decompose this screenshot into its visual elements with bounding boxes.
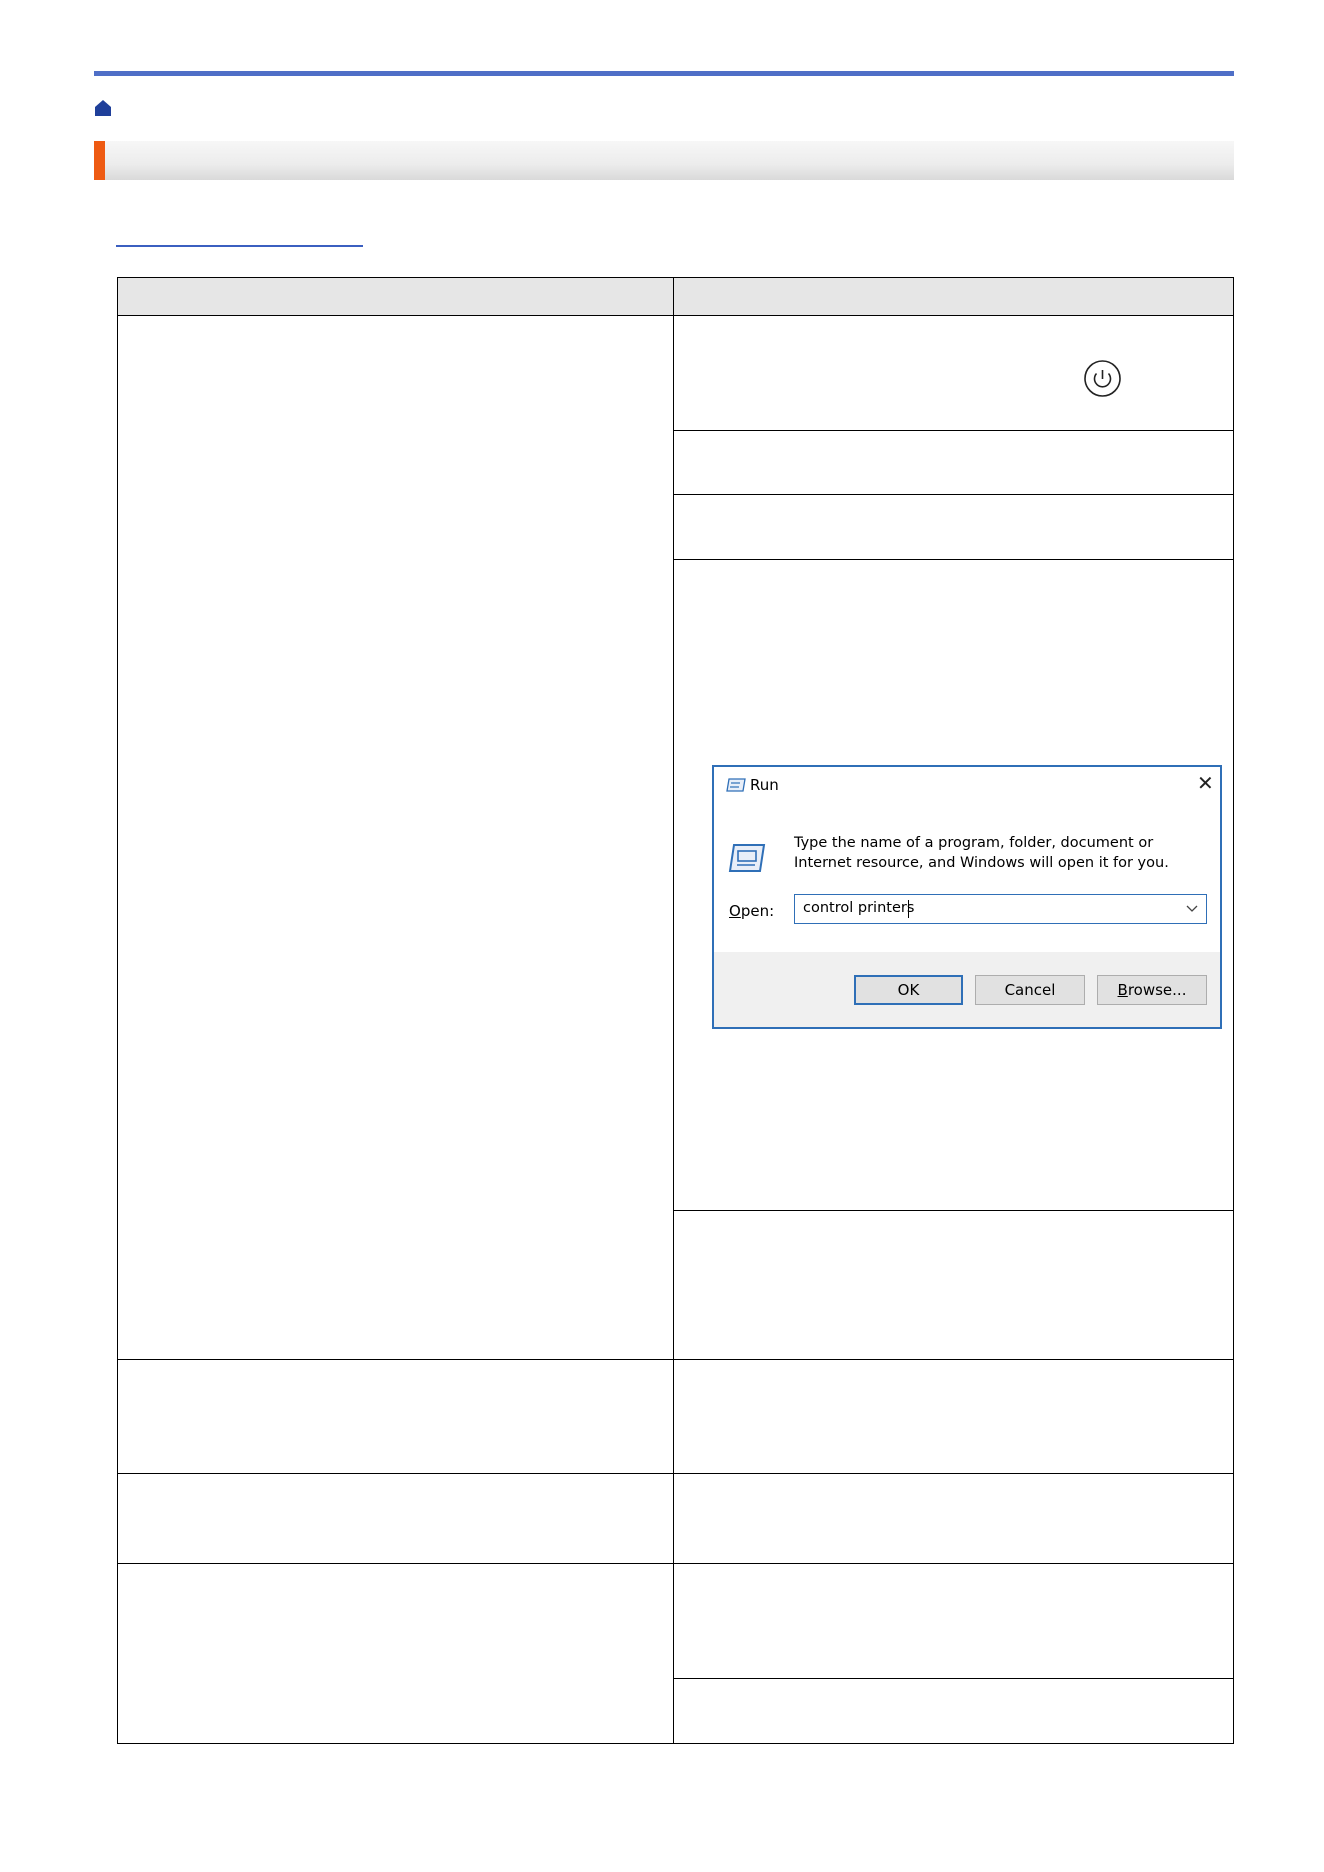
text-caret [908, 900, 909, 918]
table-border-left [117, 277, 118, 1744]
table-border-right [1233, 277, 1234, 1744]
table-header-row [117, 277, 1234, 316]
table-border-top [117, 277, 1234, 278]
run-open-label-text: pen: [740, 902, 775, 920]
home-icon[interactable] [94, 99, 112, 117]
cancel-button[interactable]: Cancel [975, 975, 1085, 1005]
close-icon[interactable]: ✕ [1197, 773, 1214, 793]
table-row-divider [117, 1563, 1234, 1564]
run-icon [728, 844, 766, 872]
run-dialog-title: Run [750, 776, 779, 794]
run-open-label: Open: [729, 902, 774, 920]
browse-button[interactable]: Browse... [1097, 975, 1207, 1005]
ok-button[interactable]: OK [854, 975, 963, 1005]
browse-button-label: rowse... [1127, 981, 1187, 999]
run-open-label-mnemonic: O [729, 902, 741, 920]
table-subrow-divider [673, 1678, 1234, 1679]
table-row-divider [117, 1359, 1234, 1360]
table-border-bottom [117, 1743, 1234, 1744]
chevron-down-icon[interactable] [1186, 904, 1198, 913]
related-link-underline[interactable] [116, 245, 363, 247]
table-column-divider [673, 277, 674, 1744]
run-open-input-value: control printers [803, 900, 915, 916]
run-dialog-description: Type the name of a program, folder, docu… [794, 835, 1169, 871]
browse-button-mnemonic: B [1117, 981, 1128, 999]
run-icon [726, 778, 746, 792]
table-subrow-divider [673, 494, 1234, 495]
section-heading-bar [94, 141, 1234, 180]
power-icon [1084, 360, 1121, 397]
table-subrow-divider [673, 430, 1234, 431]
section-heading-accent [94, 141, 105, 180]
table-header-divider [117, 315, 1234, 316]
table-subrow-divider [673, 559, 1234, 560]
table-row-divider [117, 1473, 1234, 1474]
table-subrow-divider [673, 1210, 1234, 1211]
run-dialog: Run ✕ Type the name of a program, folder… [712, 765, 1222, 1029]
run-open-input[interactable]: control printers [794, 894, 1207, 924]
header-rule [94, 71, 1234, 76]
